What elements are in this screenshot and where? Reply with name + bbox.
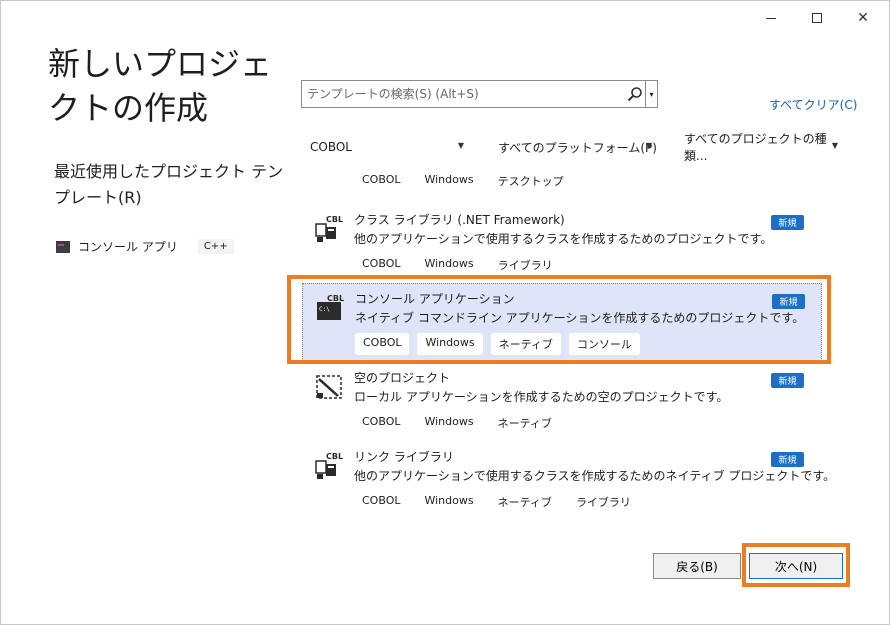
page-title: 新しいプロジェクトの作成 <box>48 45 273 127</box>
project-type-filter-dropdown[interactable]: すべてのプロジェクトの種類... ▼ <box>676 132 844 163</box>
clear-all-link[interactable]: すべてクリア(C) <box>769 96 857 113</box>
tag: COBOL <box>354 412 409 434</box>
platform-filter-value: すべてのプラットフォーム(P) <box>498 140 657 155</box>
template-name: 空のプロジェクト <box>354 371 451 385</box>
search-icon[interactable] <box>627 86 643 102</box>
link-library-icon: CBL <box>315 452 343 479</box>
template-tags: COBOL Windows ネーティブ <box>354 412 560 434</box>
tag: ライブラリ <box>567 491 639 513</box>
tag: Windows <box>416 254 482 276</box>
chevron-down-icon: ▼ <box>645 141 652 150</box>
tag: COBOL <box>354 491 409 513</box>
template-item-empty-project[interactable]: 空のプロジェクト ローカル アプリケーションを作成するための空のプロジェクトです… <box>302 363 822 443</box>
platform-filter-dropdown[interactable]: すべてのプラットフォーム(P) ▼ <box>490 134 658 160</box>
previous-template-tags: COBOL Windows テスクトップ <box>354 170 572 192</box>
template-description: 他のアプリケーションで使用するクラスを作成するためのネイティブ プロジェクトです… <box>354 469 836 483</box>
selected-template-highlight <box>287 275 831 364</box>
list-fade-overlay <box>302 515 842 532</box>
tag: Windows <box>416 412 482 434</box>
maximize-button[interactable] <box>794 4 840 32</box>
tag: Windows <box>416 491 482 513</box>
tag: ライブラリ <box>489 254 561 276</box>
new-badge: 新規 <box>771 215 804 230</box>
template-search-box[interactable] <box>301 80 646 108</box>
tag: COBOL <box>354 170 409 192</box>
tag: ネーティブ <box>489 412 560 434</box>
new-badge: 新規 <box>771 452 804 467</box>
minimize-button[interactable] <box>748 4 794 32</box>
tag: ネーティブ <box>489 491 560 513</box>
tag: Windows <box>416 170 482 192</box>
template-item-class-library[interactable]: CBL クラス ライブラリ (.NET Framework) 他のアプリケーショ… <box>302 205 822 285</box>
new-badge: 新規 <box>771 373 804 388</box>
empty-project-icon <box>316 375 342 399</box>
project-type-filter-value: すべてのプロジェクトの種類... <box>684 132 827 163</box>
search-input[interactable] <box>302 81 602 107</box>
svg-text:CBL: CBL <box>326 452 343 461</box>
template-name: リンク ライブラリ <box>354 450 454 464</box>
template-item-link-library[interactable]: CBL リンク ライブラリ 他のアプリケーションで使用するクラスを作成するための… <box>302 442 835 522</box>
svg-text:CBL: CBL <box>326 215 343 224</box>
minimize-icon <box>766 17 776 19</box>
template-tags: COBOL Windows ネーティブ ライブラリ <box>354 491 639 513</box>
recent-template-item[interactable]: コンソール アプリ C++ <box>56 238 234 255</box>
language-filter-dropdown[interactable]: COBOL ▼ <box>302 134 470 160</box>
close-button[interactable]: ✕ <box>840 4 886 32</box>
chevron-down-icon: ▼ <box>831 141 838 150</box>
template-name: クラス ライブラリ (.NET Framework) <box>354 213 565 227</box>
language-filter-value: COBOL <box>310 140 352 154</box>
template-description: ローカル アプリケーションを作成するための空のプロジェクトです。 <box>354 390 729 404</box>
class-library-icon: CBL <box>315 215 343 242</box>
recent-templates-heading: 最近使用したプロジェクト テンプレート(R) <box>54 162 284 207</box>
next-button[interactable]: 次へ(N) <box>749 553 843 579</box>
maximize-icon <box>812 13 822 23</box>
recent-template-tag: C++ <box>197 239 234 254</box>
template-tags: COBOL Windows ライブラリ <box>354 254 561 276</box>
tag: COBOL <box>354 254 409 276</box>
search-options-dropdown[interactable]: ▾ <box>646 80 658 108</box>
console-app-icon <box>56 240 70 253</box>
template-description: 他のアプリケーションで使用するクラスを作成するためのプロジェクトです。 <box>354 232 773 246</box>
tag: テスクトップ <box>489 170 572 192</box>
chevron-down-icon: ▼ <box>457 141 464 150</box>
recent-template-label: コンソール アプリ <box>78 240 178 254</box>
back-button[interactable]: 戻る(B) <box>653 553 741 579</box>
close-icon: ✕ <box>857 10 869 26</box>
